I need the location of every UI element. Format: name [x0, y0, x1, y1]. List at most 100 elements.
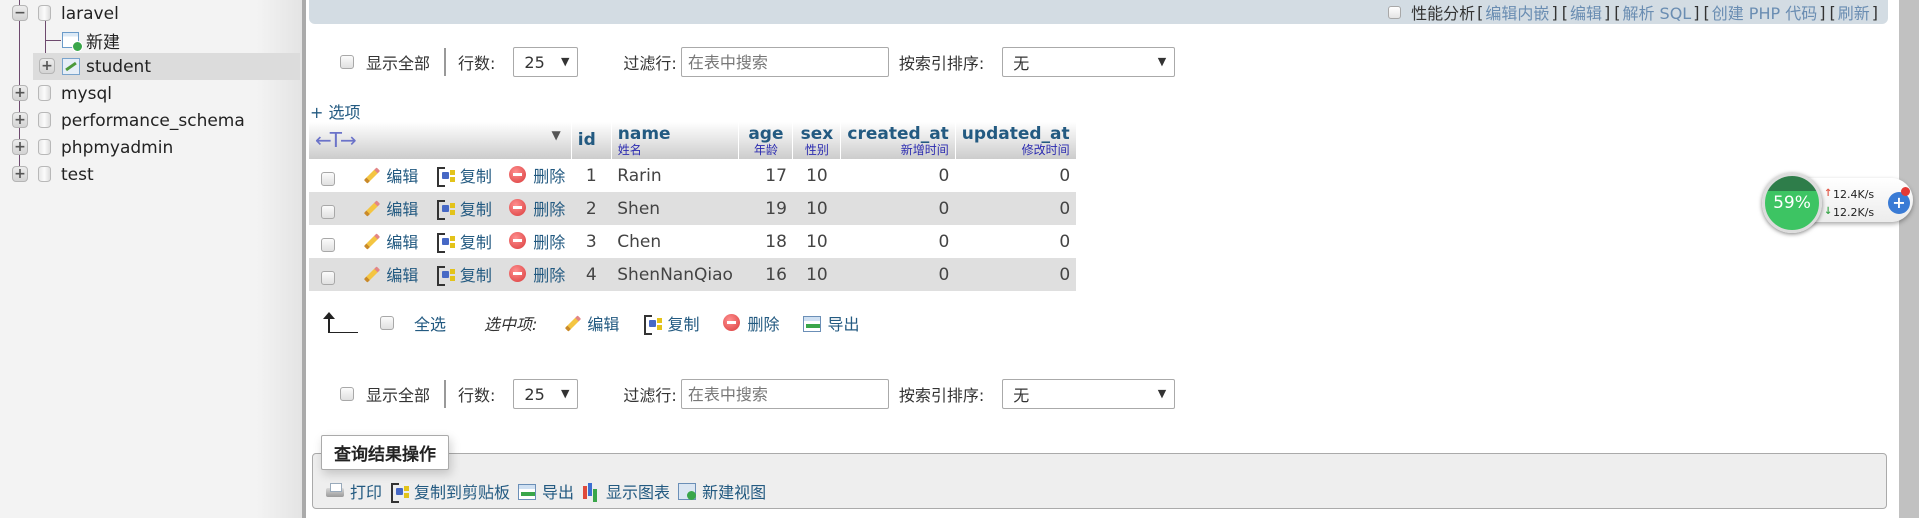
bulk-copy-button[interactable]: 复制 — [643, 311, 699, 335]
cell-name[interactable]: Chen — [611, 225, 739, 258]
database-icon — [38, 112, 51, 128]
options-toggle-link[interactable]: + 选项 — [310, 99, 361, 123]
collapse-icon[interactable]: − — [12, 5, 28, 21]
table-name[interactable]: student — [86, 57, 151, 77]
row-delete-button[interactable]: 删除 — [509, 229, 565, 253]
expand-icon[interactable]: + — [39, 58, 55, 74]
row-copy-button[interactable]: 复制 — [436, 196, 492, 220]
new-label[interactable]: 新建 — [86, 28, 120, 53]
sort-by-key-select[interactable]: 无 ▼ — [1002, 379, 1176, 409]
db-name[interactable]: phpmyadmin — [61, 138, 173, 158]
cell-sex[interactable]: 10 — [792, 258, 841, 291]
expand-icon[interactable]: + — [12, 166, 28, 182]
column-header-created-at[interactable]: created_at 新增时间 — [840, 122, 956, 159]
tree-db-performance-schema[interactable]: + performance_schema — [0, 107, 300, 134]
cell-created-at[interactable]: 0 — [840, 258, 956, 291]
cell-sex[interactable]: 10 — [792, 192, 841, 225]
expand-icon[interactable]: + — [12, 112, 28, 128]
bulk-export-button[interactable]: 导出 — [803, 311, 859, 335]
row-edit-button[interactable]: 编辑 — [362, 196, 418, 220]
bulk-edit-button[interactable]: 编辑 — [563, 311, 619, 335]
vertical-scrollbar[interactable] — [1899, 0, 1919, 518]
db-name[interactable]: mysql — [61, 84, 112, 104]
memory-usage-gauge[interactable]: 59% — [1762, 173, 1822, 233]
cell-updated-at[interactable]: 0 — [955, 192, 1077, 225]
row-copy-button[interactable]: 复制 — [436, 163, 492, 187]
column-header-updated-at[interactable]: updated_at 修改时间 — [955, 122, 1077, 159]
row-checkbox[interactable] — [321, 237, 335, 252]
row-copy-button[interactable]: 复制 — [436, 229, 492, 253]
row-copy-button[interactable]: 复制 — [436, 262, 492, 286]
export-button[interactable]: 导出 — [518, 479, 574, 503]
tree-table-student[interactable]: + student — [33, 53, 300, 80]
cell-id[interactable]: 2 — [571, 192, 612, 225]
tree-db-mysql[interactable]: + mysql — [0, 80, 300, 107]
cell-updated-at[interactable]: 0 — [955, 225, 1077, 258]
column-header-id[interactable]: id — [571, 122, 612, 159]
sidebar-resize-handle[interactable] — [302, 0, 306, 518]
row-checkbox[interactable] — [321, 204, 335, 219]
copy-to-clipboard-button[interactable]: 复制到剪贴板 — [390, 479, 510, 503]
db-name[interactable]: laravel — [61, 4, 119, 24]
cell-sex[interactable]: 10 — [792, 225, 841, 258]
cell-id[interactable]: 3 — [571, 225, 612, 258]
column-visibility-dropdown-icon[interactable]: ▼ — [552, 128, 561, 142]
cell-sex[interactable]: 10 — [792, 159, 841, 192]
tree-new-table[interactable]: 新建 — [0, 27, 300, 54]
cell-age[interactable]: 18 — [738, 225, 793, 258]
profiling-checkbox[interactable] — [1388, 5, 1402, 19]
row-delete-button[interactable]: 删除 — [509, 163, 565, 187]
sort-by-key-select[interactable]: 无 ▼ — [1002, 47, 1176, 77]
expand-icon[interactable]: + — [12, 139, 28, 155]
display-chart-button[interactable]: 显示图表 — [582, 479, 670, 503]
cell-id[interactable]: 4 — [571, 258, 612, 291]
rows-per-page-select[interactable]: 25 ▼ — [513, 47, 579, 77]
show-all-checkbox[interactable] — [340, 387, 354, 401]
filter-rows-input[interactable] — [680, 47, 889, 77]
edit-link[interactable]: 编辑 — [1570, 0, 1602, 24]
create-view-button[interactable]: 新建视图 — [678, 479, 766, 503]
db-name[interactable]: performance_schema — [61, 111, 245, 131]
row-checkbox[interactable] — [321, 270, 335, 285]
show-all-label[interactable]: 显示全部 — [366, 382, 430, 406]
cell-age[interactable]: 19 — [738, 192, 793, 225]
tree-db-test[interactable]: + test — [0, 161, 300, 188]
show-all-label[interactable]: 显示全部 — [366, 50, 430, 74]
refresh-link[interactable]: 刷新 — [1838, 0, 1870, 24]
db-name[interactable]: test — [61, 165, 94, 185]
expand-icon[interactable]: + — [12, 85, 28, 101]
explain-sql-link[interactable]: 解析 SQL — [1622, 0, 1691, 24]
tree-db-laravel[interactable]: − laravel — [0, 0, 300, 27]
row-edit-button[interactable]: 编辑 — [362, 163, 418, 187]
select-all-checkbox[interactable] — [380, 316, 394, 330]
cell-age[interactable]: 17 — [738, 159, 793, 192]
column-resize-toggle-icon[interactable]: ←T→ — [315, 128, 357, 152]
row-edit-button[interactable]: 编辑 — [362, 262, 418, 286]
cell-created-at[interactable]: 0 — [840, 159, 956, 192]
column-header-sex[interactable]: sex 性别 — [792, 122, 842, 159]
cell-updated-at[interactable]: 0 — [955, 159, 1077, 192]
cell-name[interactable]: Rarin — [611, 159, 739, 192]
cell-created-at[interactable]: 0 — [840, 192, 956, 225]
column-header-name[interactable]: name 姓名 — [611, 122, 740, 159]
print-button[interactable]: 打印 — [326, 479, 382, 503]
row-edit-button[interactable]: 编辑 — [362, 229, 418, 253]
cell-id[interactable]: 1 — [571, 159, 612, 192]
show-all-checkbox[interactable] — [340, 55, 354, 69]
cell-created-at[interactable]: 0 — [840, 225, 956, 258]
row-delete-button[interactable]: 删除 — [509, 196, 565, 220]
cell-age[interactable]: 16 — [738, 258, 793, 291]
cell-updated-at[interactable]: 0 — [955, 258, 1077, 291]
row-delete-button[interactable]: 删除 — [509, 262, 565, 286]
edit-inline-link[interactable]: 编辑内嵌 — [1485, 0, 1549, 24]
tree-db-phpmyadmin[interactable]: + phpmyadmin — [0, 134, 300, 161]
cell-name[interactable]: Shen — [611, 192, 739, 225]
column-header-age[interactable]: age 年龄 — [738, 122, 794, 159]
row-checkbox[interactable] — [321, 171, 335, 186]
select-all-label[interactable]: 全选 — [414, 311, 446, 335]
create-php-code-link[interactable]: 创建 PHP 代码 — [1712, 0, 1818, 24]
filter-rows-input[interactable] — [680, 379, 889, 409]
bulk-delete-button[interactable]: 删除 — [723, 311, 779, 335]
rows-per-page-select[interactable]: 25 ▼ — [513, 379, 579, 409]
cell-name[interactable]: ShenNanQiao — [611, 258, 739, 291]
